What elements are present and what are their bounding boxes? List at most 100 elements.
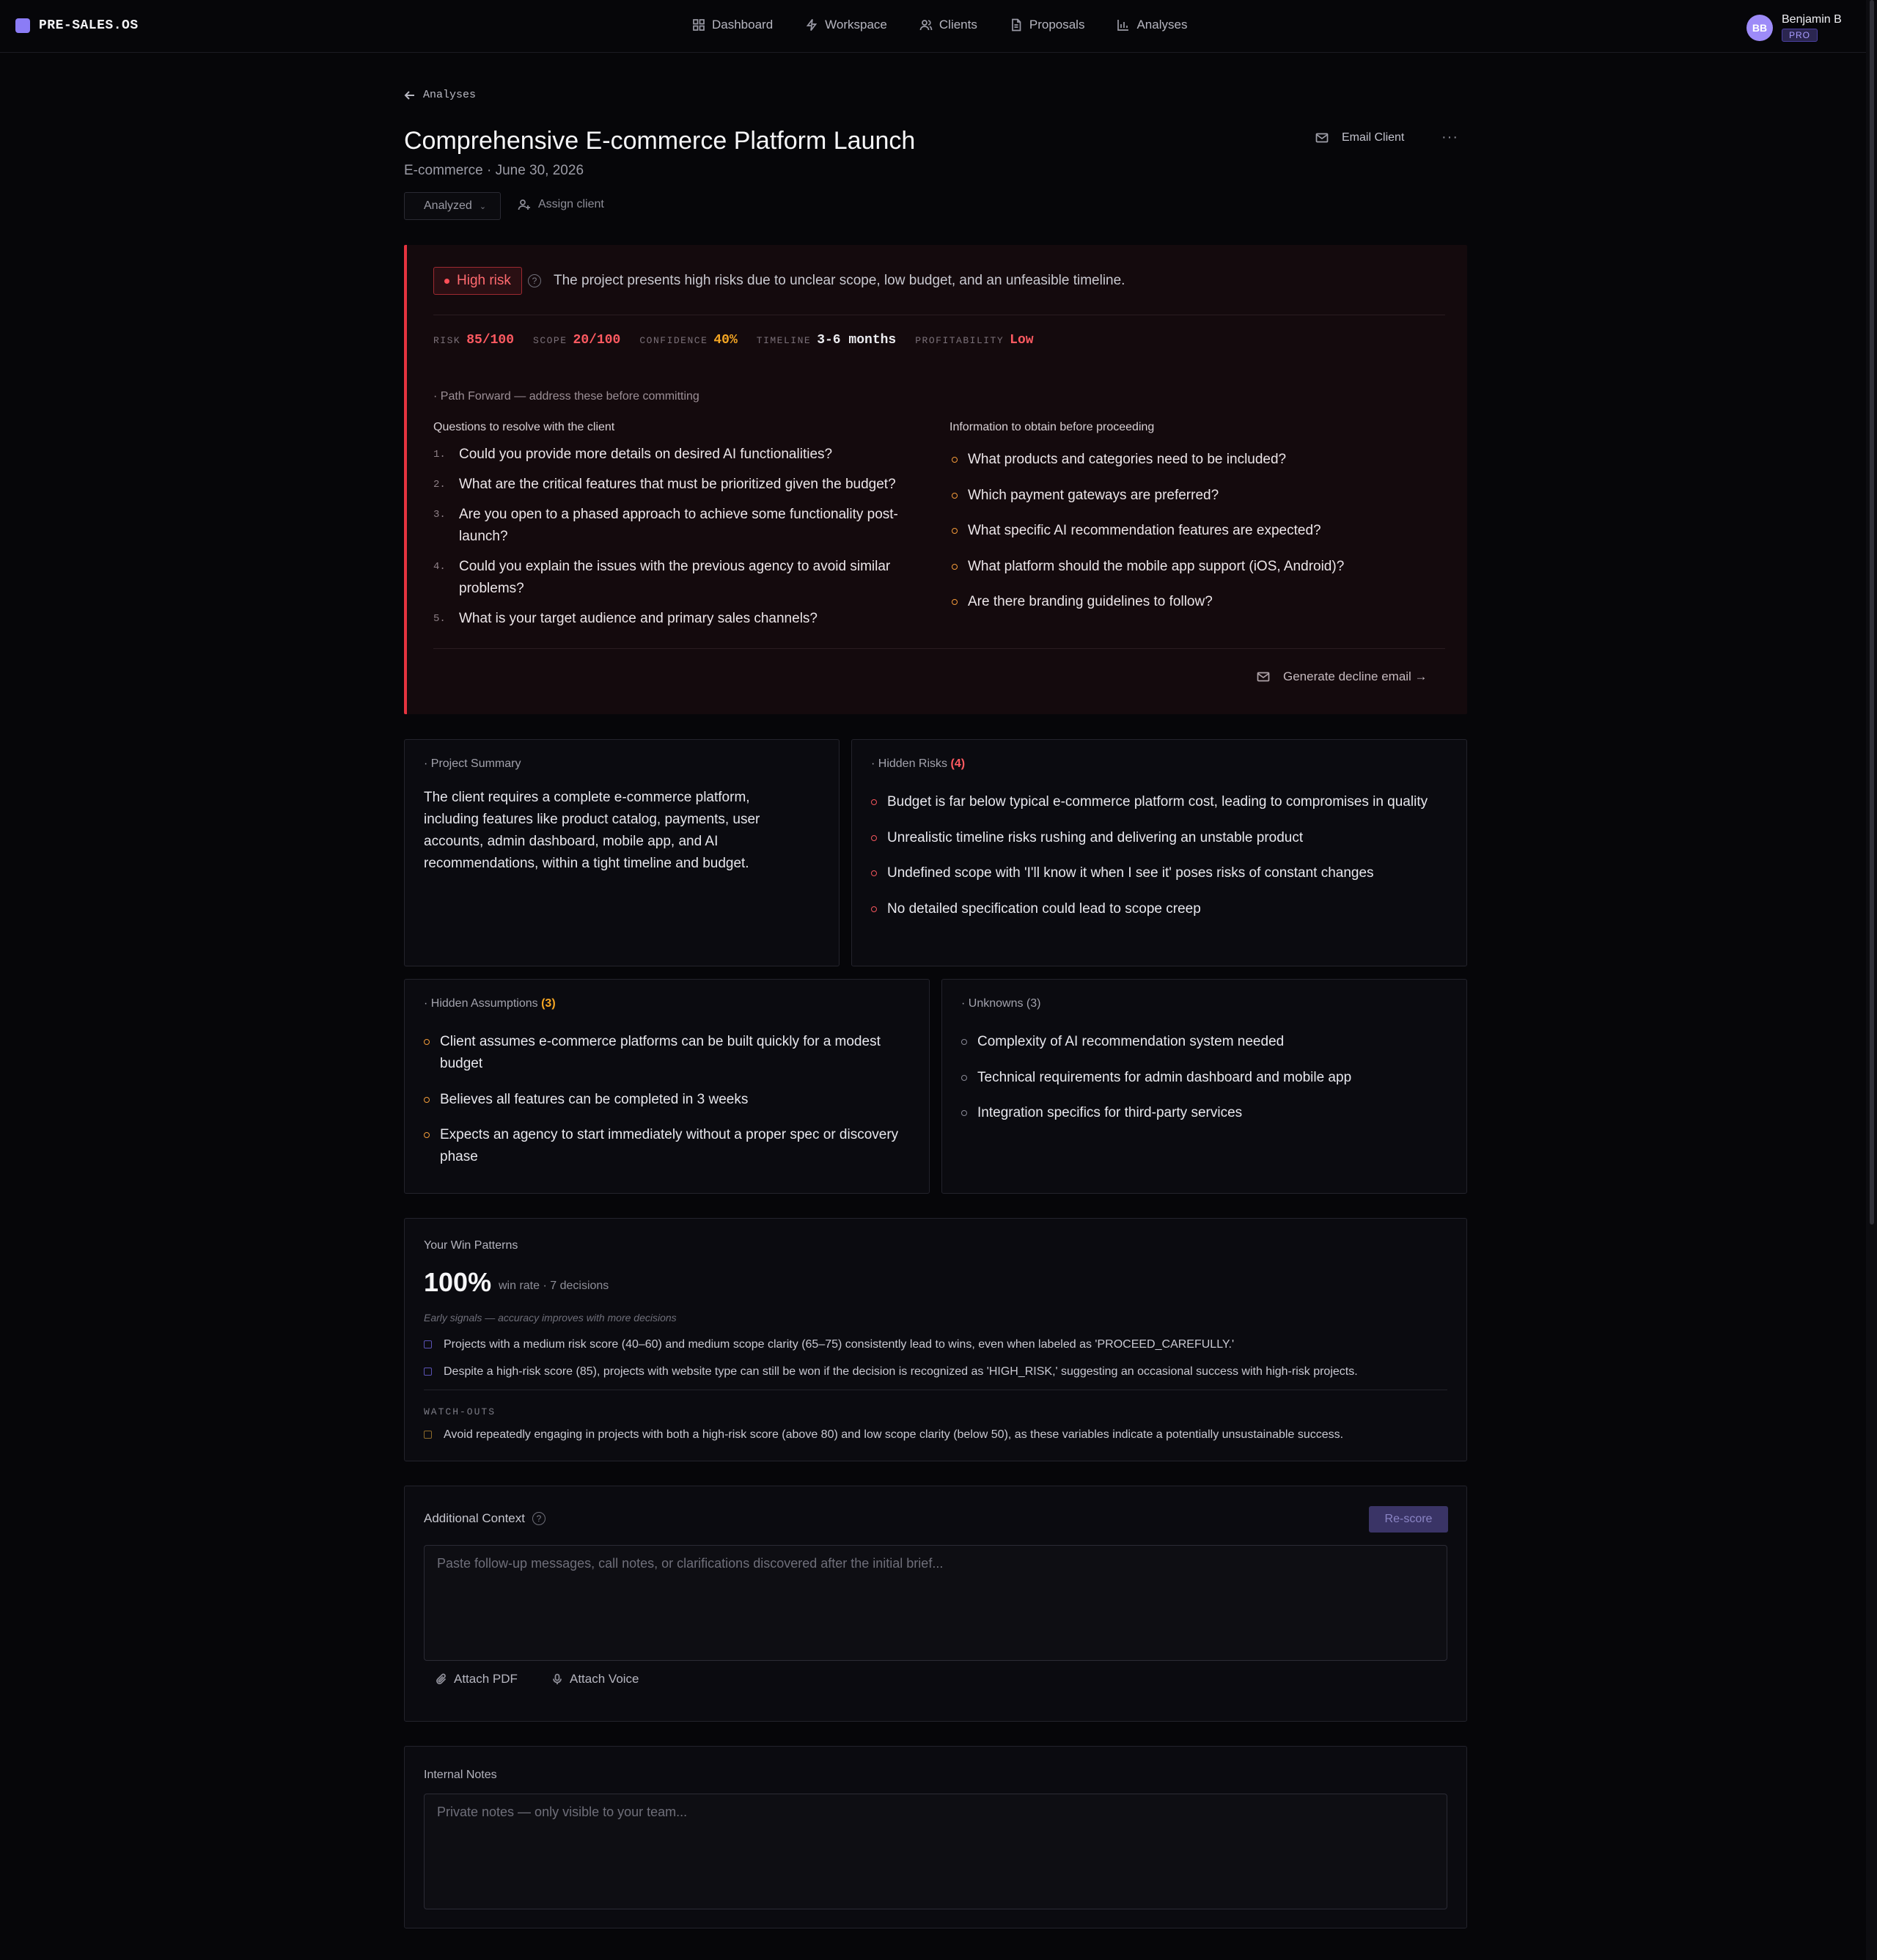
unknown-text: Complexity of AI recommendation system n… [977, 1034, 1285, 1049]
metric-profitability-value: Low [1010, 333, 1034, 348]
path-forward-title: · Path Forward — address these before co… [433, 390, 699, 403]
question-number: 5. [433, 613, 446, 625]
info-text: Are there branding guidelines to follow? [968, 594, 1213, 609]
square-bullet-icon [424, 1340, 432, 1348]
microphone-icon [553, 1673, 562, 1684]
circle-bullet-icon [952, 457, 958, 463]
risk-panel: High risk ? The project presents high ri… [404, 245, 1467, 714]
internal-notes-input[interactable] [424, 1794, 1447, 1909]
list-item: Unrealistic timeline risks rushing and d… [871, 827, 1443, 849]
metric-profitability: PROFITABILITY Low [915, 333, 1033, 348]
hidden-risks-title: · Hidden Risks (4) [871, 757, 965, 771]
logo-text: PRE-SALES.OS [39, 18, 139, 33]
list-item: Client assumes e-commerce platforms can … [424, 1031, 908, 1075]
list-item: Budget is far below typical e-commerce p… [871, 791, 1443, 813]
hidden-risks-title-text: · Hidden Risks [871, 757, 948, 770]
help-icon[interactable]: ? [528, 274, 541, 287]
win-rate-label: win rate · 7 decisions [499, 1280, 609, 1292]
circle-bullet-icon [424, 1096, 430, 1103]
risk-item-text: Undefined scope with 'I'll know it when … [887, 865, 1374, 881]
list-item: Are there branding guidelines to follow? [949, 591, 1433, 613]
info-text: What products and categories need to be … [968, 452, 1287, 467]
grid-icon [693, 19, 705, 31]
circle-bullet-icon [952, 563, 958, 570]
additional-context-input[interactable] [424, 1545, 1447, 1661]
risk-item-text: Budget is far below typical e-commerce p… [887, 794, 1428, 810]
additional-context-title: Additional Context ? [424, 1511, 546, 1526]
avatar[interactable]: BB [1746, 15, 1773, 41]
attach-pdf-button[interactable]: Attach PDF [436, 1672, 518, 1686]
list-item: 5. What is your target audience and prima… [433, 608, 932, 630]
attach-voice-label: Attach Voice [570, 1672, 639, 1686]
email-client-button[interactable]: Email Client [1315, 131, 1404, 144]
hidden-assumptions-title-text: · Hidden Assumptions [424, 997, 538, 1010]
logo[interactable]: PRE-SALES.OS [15, 18, 139, 33]
back-label: Analyses [423, 89, 477, 101]
risk-dot-icon [444, 278, 449, 284]
additional-context-title-text: Additional Context [424, 1511, 525, 1525]
hidden-assumptions-card: · Hidden Assumptions (3) Client assumes … [404, 979, 930, 1194]
circle-bullet-icon [961, 1074, 967, 1081]
metric-risk: RISK 85/100 [433, 333, 514, 348]
circle-bullet-icon [871, 799, 877, 805]
nav-workspace[interactable]: Workspace [805, 18, 887, 32]
attach-voice-button[interactable]: Attach Voice [551, 1672, 639, 1686]
rescore-button[interactable]: Re-score [1369, 1506, 1448, 1533]
circle-bullet-icon [952, 492, 958, 499]
user-plus-icon [518, 199, 530, 210]
list-item: 3. Are you open to a phased approach to a… [433, 504, 932, 548]
question-number: 3. [433, 509, 446, 521]
hidden-risks-count: (4) [950, 757, 966, 770]
circle-bullet-icon [871, 834, 877, 841]
list-item: Undefined scope with 'I'll know it when … [871, 862, 1443, 884]
metric-timeline: TIMELINE 3-6 months [757, 333, 896, 348]
risk-divider-bottom [433, 648, 1445, 649]
generate-decline-email-button[interactable]: Generate decline email → [1257, 669, 1428, 684]
metric-confidence-value: 40% [713, 333, 738, 348]
list-item: No detailed specification could lead to … [871, 898, 1443, 920]
nav-proposals-label: Proposals [1029, 18, 1085, 32]
additional-context-card: Additional Context ? Re-score Attach PDF… [404, 1486, 1467, 1722]
nav-analyses[interactable]: Analyses [1117, 18, 1187, 32]
unknowns-title: · Unknowns (3) [961, 997, 1041, 1010]
question-text: Could you explain the issues with the pr… [459, 559, 891, 596]
win-patterns-title: Your Win Patterns [424, 1239, 518, 1252]
hidden-risks-list: Budget is far below typical e-commerce p… [871, 791, 1443, 933]
more-options-button[interactable]: ··· [1441, 129, 1458, 146]
hidden-assumptions-title: · Hidden Assumptions (3) [424, 997, 556, 1010]
list-item: Which payment gateways are preferred? [949, 485, 1433, 507]
help-icon[interactable]: ? [532, 1512, 546, 1525]
logo-mark-icon [15, 18, 30, 33]
list-item: What platform should the mobile app supp… [949, 556, 1433, 578]
status-value: Analyzed [424, 199, 472, 212]
user-name: Benjamin B [1782, 13, 1842, 26]
nav-analyses-label: Analyses [1136, 18, 1188, 32]
question-text: What are the critical features that must… [459, 477, 896, 492]
nav-clients[interactable]: Clients [919, 18, 977, 32]
nav-dashboard[interactable]: Dashboard [692, 18, 773, 32]
metric-scope-label: SCOPE [533, 335, 567, 346]
user-menu[interactable]: BB Benjamin B PRO [1746, 13, 1842, 42]
users-icon [919, 20, 933, 31]
watch-out-row: Avoid repeatedly engaging in projects wi… [424, 1428, 1343, 1442]
metric-timeline-value: 3-6 months [817, 333, 897, 348]
metric-risk-value: 85/100 [466, 333, 515, 348]
document-icon [1012, 18, 1021, 32]
list-item: What specific AI recommendation features… [949, 520, 1433, 542]
chevron-down-icon: ⌄ [479, 202, 487, 211]
nav-proposals[interactable]: Proposals [1010, 18, 1085, 32]
back-link[interactable]: Analyses [404, 89, 476, 101]
user-info: Benjamin B PRO [1782, 13, 1842, 42]
nav-clients-label: Clients [938, 18, 977, 32]
assumption-text: Expects an agency to start immediately w… [440, 1127, 899, 1164]
assumption-text: Client assumes e-commerce platforms can … [440, 1034, 881, 1071]
list-item: Expects an agency to start immediately w… [424, 1124, 908, 1168]
assign-client-button[interactable]: Assign client [518, 198, 604, 211]
list-item: 1. Could you provide more details on desi… [433, 444, 932, 466]
scrollbar-thumb[interactable] [1870, 0, 1874, 1225]
risk-item-text: Unrealistic timeline risks rushing and d… [887, 829, 1304, 845]
nav-dashboard-label: Dashboard [712, 18, 774, 32]
circle-bullet-icon [424, 1039, 430, 1045]
email-client-label: Email Client [1342, 131, 1405, 144]
status-select[interactable]: Analyzed ⌄ [404, 192, 501, 220]
